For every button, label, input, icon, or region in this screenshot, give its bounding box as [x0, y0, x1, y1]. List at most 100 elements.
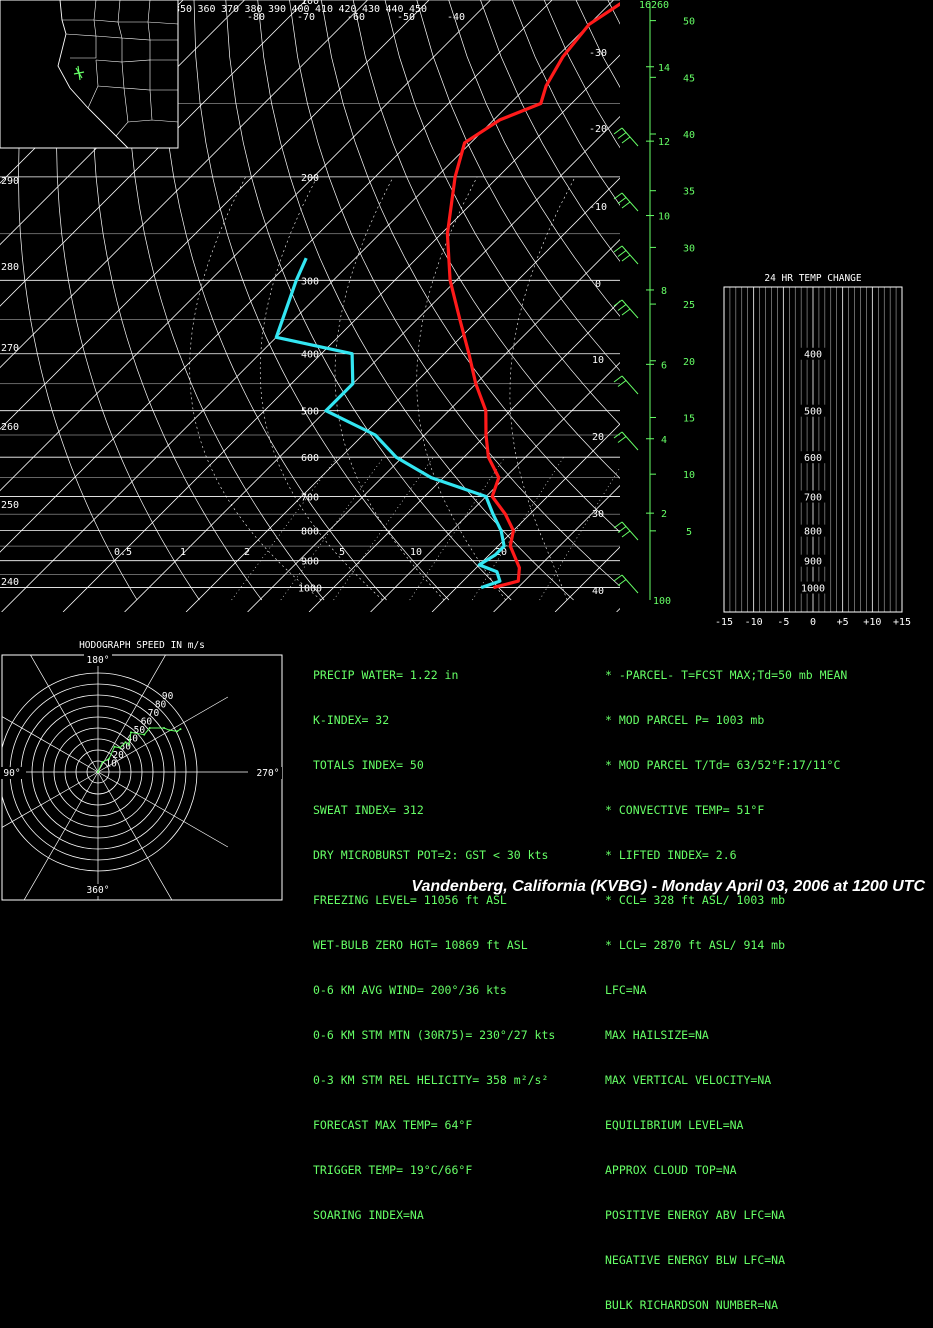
temp-change-tick-label: 0 — [810, 617, 816, 628]
stat-line: EQUILIBRIUM LEVEL=NA — [605, 1118, 847, 1133]
mixing-ratio-line — [232, 457, 338, 600]
wind-barb-flag — [614, 246, 622, 252]
temp-change-tick-label: -15 — [715, 617, 733, 628]
pressure-label: 500 — [301, 407, 319, 418]
wind-barb-flag — [622, 531, 630, 537]
pressure-label: 800 — [301, 527, 319, 538]
stat-line: * MOD PARCEL T/Td= 63/52°F:17/11°C — [605, 758, 847, 773]
dry-adiabat-line — [258, 0, 574, 600]
temp-change-tick-label: -10 — [745, 617, 763, 628]
height-km-label: 6 — [661, 360, 667, 371]
pressure-label: 900 — [301, 557, 319, 568]
stat-line: TOTALS INDEX= 50 — [313, 758, 555, 773]
stat-line: SWEAT INDEX= 312 — [313, 803, 555, 818]
height-km-label: 4 — [661, 435, 667, 446]
temp-change-tick-label: -5 — [777, 617, 789, 628]
dry-adiabat-line — [290, 0, 637, 600]
height-km-label: 12 — [658, 137, 670, 148]
temp-change-pressure-label: 700 — [804, 493, 822, 504]
dry-adiabat-line — [417, 0, 886, 600]
stat-line: * -PARCEL- T=FCST MAX;Td=50 mb MEAN — [605, 668, 847, 683]
wind-barb-flag — [622, 202, 630, 208]
mixing-ratio-label: 5 — [339, 547, 345, 558]
wind-barb-icon — [622, 432, 638, 450]
theta-label: 390 — [268, 4, 286, 15]
dewpoint-line — [276, 258, 504, 587]
hodograph-direction-label: 270° — [257, 768, 280, 779]
stat-line: FORECAST MAX TEMP= 64°F — [313, 1118, 555, 1133]
mixing-ratio-line — [540, 457, 627, 600]
wind-barb-flag — [618, 133, 626, 139]
dry-adiabat-line — [672, 0, 933, 600]
wind-barb-flag — [614, 193, 622, 199]
theta-label: 290 — [1, 176, 19, 187]
stat-line: K-INDEX= 32 — [313, 713, 555, 728]
temp-change-tick-label: +15 — [893, 617, 911, 628]
isotherm-line — [186, 0, 798, 612]
isotherm-label: 10 — [592, 355, 604, 366]
mixing-ratio-line — [334, 457, 434, 600]
hodograph-grid — [0, 622, 248, 909]
theta-label: 240 — [1, 577, 19, 588]
hodograph-point — [130, 731, 132, 733]
height-kft-label: 25 — [683, 300, 695, 311]
temp-change-pressure-label: 500 — [804, 407, 822, 418]
hodograph-point — [163, 727, 165, 729]
isotherm-label: 20 — [592, 432, 604, 443]
hodograph-point — [101, 761, 103, 763]
stat-line: APPROX CLOUD TOP=NA — [605, 1163, 847, 1178]
dry-adiabat-line — [226, 0, 511, 600]
stat-line: 0-3 KM STM REL HELICITY= 358 m²/s² — [313, 1073, 555, 1088]
temp-label: -40 — [447, 12, 465, 23]
mixing-ratio-label: 0.5 — [114, 547, 132, 558]
stat-line: 0-6 KM STM MTN (30R75)= 230°/27 kts — [313, 1028, 555, 1043]
theta-label: 360 — [197, 4, 215, 15]
hodograph-point — [97, 771, 99, 773]
wind-barb-flag — [618, 580, 626, 586]
stat-line: NEGATIVE ENERGY BLW LFC=NA — [605, 1253, 847, 1268]
temp-label: -80 — [247, 12, 265, 23]
temp-change-pressure-label: 900 — [804, 557, 822, 568]
height-kft-label: 5 — [686, 527, 692, 538]
dry-adiabat-line — [321, 0, 698, 600]
dry-adiabat-line — [162, 0, 387, 600]
temp-change-tick-label: +5 — [837, 617, 849, 628]
theta-label: 260 — [1, 422, 19, 433]
moist-adiabat-line — [260, 177, 382, 600]
wind-barb-flag — [618, 527, 626, 533]
temp-change-chart: 24 HR TEMP CHANGE-15-10-50+5+10+15400500… — [715, 273, 911, 628]
wind-barb-flag — [618, 251, 626, 257]
hodograph-point — [128, 744, 130, 746]
stat-line: PRECIP WATER= 1.22 in — [313, 668, 555, 683]
wind-barb-flag — [614, 300, 622, 306]
wind-barb-flag — [614, 522, 622, 528]
temp-label: -50 — [397, 12, 415, 23]
isotherm-label: 40 — [592, 586, 604, 597]
isotherm-line — [678, 0, 933, 612]
stability-indices-left: PRECIP WATER= 1.22 in K-INDEX= 32 TOTALS… — [313, 638, 555, 1238]
height-km-label: 10 — [658, 212, 670, 223]
isotherm-label: -30 — [589, 48, 607, 59]
temp-change-tick-label: +10 — [863, 617, 881, 628]
height-top-label: 16260 — [639, 0, 669, 11]
stat-line: WET-BULB ZERO HGT= 10869 ft ASL — [313, 938, 555, 953]
isotherm-line — [309, 0, 921, 612]
height-km-label: 14 — [658, 63, 670, 74]
moist-adiabat-line — [335, 177, 444, 600]
isotherm-label: -20 — [589, 124, 607, 135]
theta-label: 270 — [1, 343, 19, 354]
stability-indices-right: * -PARCEL- T=FCST MAX;Td=50 mb MEAN * MO… — [605, 638, 847, 1328]
hodograph-point — [149, 727, 151, 729]
stat-line: DRY MICROBURST POT=2: GST < 30 kts — [313, 848, 555, 863]
stat-line: 0-6 KM AVG WIND= 200°/36 kts — [313, 983, 555, 998]
stat-line: SOARING INDEX=NA — [313, 1208, 555, 1223]
dry-adiabat-line — [703, 0, 933, 600]
stat-line: * LIFTED INDEX= 2.6 — [605, 848, 847, 863]
hodograph-point — [176, 730, 178, 732]
stat-line: * MOD PARCEL P= 1003 mb — [605, 713, 847, 728]
pressure-label: 200 — [301, 173, 319, 184]
height-kft-label: 20 — [683, 357, 695, 368]
temp-change-pressure-label: 600 — [804, 453, 822, 464]
wind-barb-icon — [622, 575, 638, 593]
us-west-map-icon — [0, 0, 178, 148]
